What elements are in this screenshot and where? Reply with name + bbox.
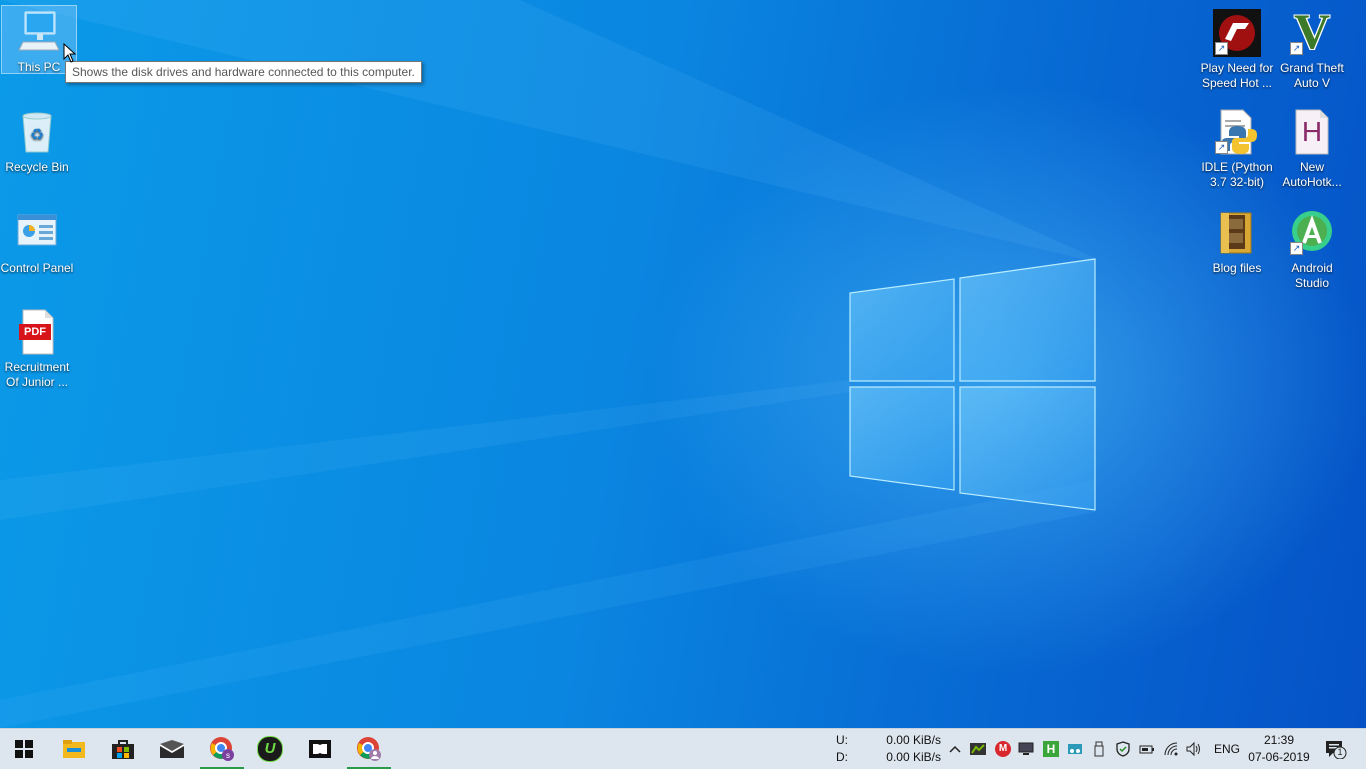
file-explorer-icon (63, 740, 85, 758)
this-pc-tooltip: Shows the disk drives and hardware conne… (65, 61, 422, 83)
windows-start-icon (15, 740, 33, 758)
desktop-icon-label: Android Studio (1291, 261, 1333, 290)
taskbar-dolby[interactable] (296, 729, 344, 769)
desktop-wallpaper[interactable] (0, 0, 1366, 728)
microsoft-store-icon (112, 740, 134, 759)
desktop-icon-label: Grand Theft Auto V (1280, 61, 1344, 90)
upload-value: 0.00 KiB/s (886, 733, 941, 747)
autohotkey-tray-icon[interactable]: H (1043, 741, 1059, 757)
desktop-icon-need-for-speed[interactable]: ↗ Play Need for Speed Hot ... (1200, 7, 1274, 91)
desktop-icon-android-studio[interactable]: ↗ Android Studio (1275, 207, 1349, 291)
taskbar-chrome-profile-s[interactable]: s (198, 729, 246, 769)
net-speed-meter[interactable]: U: D: 0.00 KiB/s 0.00 KiB/s (836, 729, 944, 769)
chrome-profile-icon (357, 737, 381, 761)
desktop-icon-label: Control Panel (0, 261, 74, 275)
wifi-icon[interactable] (1163, 741, 1179, 757)
desktop-icon-recruitment-pdf[interactable]: PDF Recruitment Of Junior ... (0, 306, 74, 390)
shortcut-arrow-icon: ↗ (1215, 141, 1228, 154)
svg-text:s: s (226, 751, 230, 760)
taskbar-upwork[interactable]: U (246, 729, 294, 769)
svg-text:♻: ♻ (30, 127, 44, 144)
desktop-icon-label: IDLE (Python 3.7 32-bit) (1201, 160, 1273, 189)
computer-icon (15, 8, 63, 56)
monitor-tray-icon[interactable] (1018, 741, 1034, 757)
shortcut-arrow-icon: ↗ (1290, 42, 1303, 55)
clock-time: 21:39 (1263, 733, 1295, 747)
mega-tray-icon[interactable]: M (995, 741, 1011, 757)
taskbar-microsoft-store[interactable] (99, 729, 147, 769)
action-center-notification-icon[interactable]: 1 (1325, 739, 1347, 760)
mouse-cursor-icon (63, 43, 77, 63)
start-button[interactable] (0, 729, 48, 769)
folder-icon (1213, 209, 1261, 257)
notification-count-badge: 1 (1337, 747, 1343, 757)
desktop-icon-idle-python[interactable]: ↗ IDLE (Python 3.7 32-bit) (1200, 106, 1274, 190)
battery-plug-icon[interactable] (1139, 741, 1155, 757)
desktop-icon-label: Blog files (1212, 261, 1262, 275)
chrome-profile-s-icon: s (210, 737, 234, 761)
usb-device-tray-icon[interactable] (1091, 741, 1107, 757)
python-file-icon: ↗ (1213, 108, 1261, 156)
taskbar-chrome-profile[interactable] (345, 729, 393, 769)
upload-label: U: (836, 733, 848, 747)
clock[interactable]: 21:39 07-06-2019 (1246, 729, 1312, 769)
network-adapter-tray-icon[interactable] (1067, 741, 1083, 757)
download-value: 0.00 KiB/s (886, 750, 941, 764)
shortcut-arrow-icon: ↗ (1290, 242, 1303, 255)
dolby-icon (309, 740, 331, 758)
shortcut-arrow-icon: ↗ (1215, 42, 1228, 55)
download-label: D: (836, 750, 848, 764)
upwork-letter: U (264, 740, 276, 757)
desktop-icon-new-autohotkey[interactable]: H New AutoHotk... (1275, 106, 1349, 190)
taskbar-file-explorer[interactable] (50, 729, 98, 769)
control-panel-icon (13, 209, 61, 257)
desktop-icon-label: Recruitment Of Junior ... (4, 360, 70, 389)
input-language[interactable]: ENG (1212, 729, 1242, 769)
nvidia-tray-icon[interactable] (970, 741, 986, 757)
windows-logo-light (0, 0, 1096, 728)
mail-icon (160, 740, 184, 758)
desktop-icon-label: Play Need for Speed Hot ... (1200, 61, 1274, 90)
pdf-file-icon: PDF (13, 308, 61, 356)
desktop-icon-label: Recycle Bin (5, 160, 69, 174)
taskbar-mail[interactable] (148, 729, 196, 769)
taskbar: s U U: D: 0.00 KiB/s 0.00 KiB/s M H ENG … (0, 728, 1366, 769)
autohotkey-tray-letter: H (1046, 742, 1056, 756)
desktop-icon-control-panel[interactable]: Control Panel (0, 207, 74, 276)
desktop-icon-gta-v[interactable]: V ↗ Grand Theft Auto V (1275, 5, 1349, 91)
desktop-icon-recycle-bin[interactable]: ♻ Recycle Bin (0, 106, 74, 175)
volume-speaker-icon[interactable] (1186, 741, 1202, 757)
autohotkey-file-icon: H (1288, 108, 1336, 156)
clock-date: 07-06-2019 (1248, 750, 1310, 764)
need-for-speed-icon: ↗ (1213, 9, 1261, 57)
desktop-icon-blog-files[interactable]: Blog files (1200, 207, 1274, 276)
windows-security-shield-icon[interactable] (1115, 741, 1131, 757)
recycle-bin-icon: ♻ (13, 108, 61, 156)
mega-letter: M (998, 743, 1008, 754)
pdf-badge-text: PDF (24, 326, 46, 338)
show-hidden-icons-chevron-up-icon[interactable] (947, 741, 963, 757)
android-studio-icon: ↗ (1288, 209, 1336, 257)
desktop-icon-label: New AutoHotk... (1282, 160, 1342, 189)
upwork-icon: U (257, 736, 283, 762)
autohotkey-letter: H (1301, 116, 1323, 147)
gta-v-icon: V ↗ (1288, 5, 1336, 57)
